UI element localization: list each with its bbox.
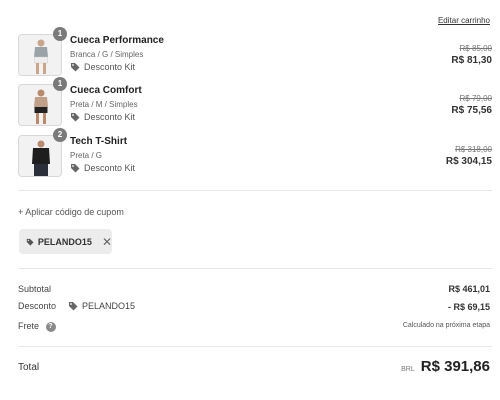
product-image — [18, 34, 62, 76]
divider — [18, 346, 492, 347]
discount-value: - R$ 69,15 — [447, 302, 490, 312]
item-variant: Branca / G / Simples — [70, 50, 144, 59]
tag-icon — [26, 238, 34, 246]
total-amount: BRL R$ 391,86 — [401, 358, 490, 375]
discount-row: Desconto PELANDO15 — [18, 301, 135, 311]
divider — [18, 268, 492, 269]
subtotal-value: R$ 461,01 — [448, 284, 490, 294]
item-variant: Preta / G — [70, 151, 103, 160]
discount-code: PELANDO15 — [82, 301, 136, 311]
shipping-label: Frete — [18, 321, 40, 331]
product-image — [18, 135, 62, 177]
quantity-badge: 1 — [53, 27, 67, 41]
close-icon[interactable]: ✕ — [102, 236, 112, 248]
item-old-price: R$ 79,00 — [459, 94, 492, 103]
discount-label: Desconto — [18, 301, 57, 311]
item-old-price: R$ 85,00 — [459, 44, 492, 53]
item-discount: Desconto Kit — [70, 163, 135, 173]
item-discount: Desconto Kit — [70, 62, 135, 72]
tag-icon — [69, 302, 78, 311]
cart-item: 2 Tech T-Shirt Preta / G Desconto Kit R$… — [18, 128, 492, 179]
shipping-row: Frete ? — [18, 321, 56, 332]
quantity-badge: 2 — [53, 128, 67, 142]
tag-icon — [71, 113, 80, 122]
total-label: Total — [18, 362, 40, 373]
help-icon[interactable]: ? — [45, 321, 56, 332]
shipping-value: Calculado na próxima etapa — [402, 322, 490, 329]
item-name: Cueca Performance — [70, 35, 164, 46]
item-name: Tech T-Shirt — [70, 136, 128, 147]
cart-item: 1 Cueca Performance Branca / G / Simples… — [18, 27, 492, 78]
item-old-price: R$ 318,00 — [455, 145, 492, 154]
applied-coupon-chip: PELANDO15 ✕ — [19, 229, 112, 254]
cart-item: 1 Cueca Comfort Preta / M / Simples Desc… — [18, 77, 492, 128]
subtotal-label: Subtotal — [18, 284, 52, 294]
divider — [18, 190, 492, 191]
item-discount: Desconto Kit — [70, 112, 135, 122]
currency-code: BRL — [401, 366, 415, 373]
item-discount-label: Desconto Kit — [84, 163, 136, 173]
tag-icon — [71, 63, 80, 72]
quantity-badge: 1 — [53, 77, 67, 91]
item-price: R$ 75,56 — [451, 105, 492, 116]
product-image — [18, 84, 62, 126]
total-value: R$ 391,86 — [420, 358, 490, 375]
coupon-code-label: PELANDO15 — [37, 236, 92, 247]
item-discount-label: Desconto Kit — [84, 112, 136, 122]
edit-cart-link[interactable]: Editar carrinho — [438, 16, 490, 25]
item-discount-label: Desconto Kit — [84, 62, 136, 72]
tag-icon — [71, 164, 80, 173]
item-price: R$ 81,30 — [451, 55, 492, 66]
apply-coupon-link[interactable]: + Aplicar código de cupom — [18, 207, 124, 217]
item-variant: Preta / M / Simples — [70, 100, 138, 109]
item-price: R$ 304,15 — [445, 156, 492, 167]
item-name: Cueca Comfort — [70, 85, 142, 96]
